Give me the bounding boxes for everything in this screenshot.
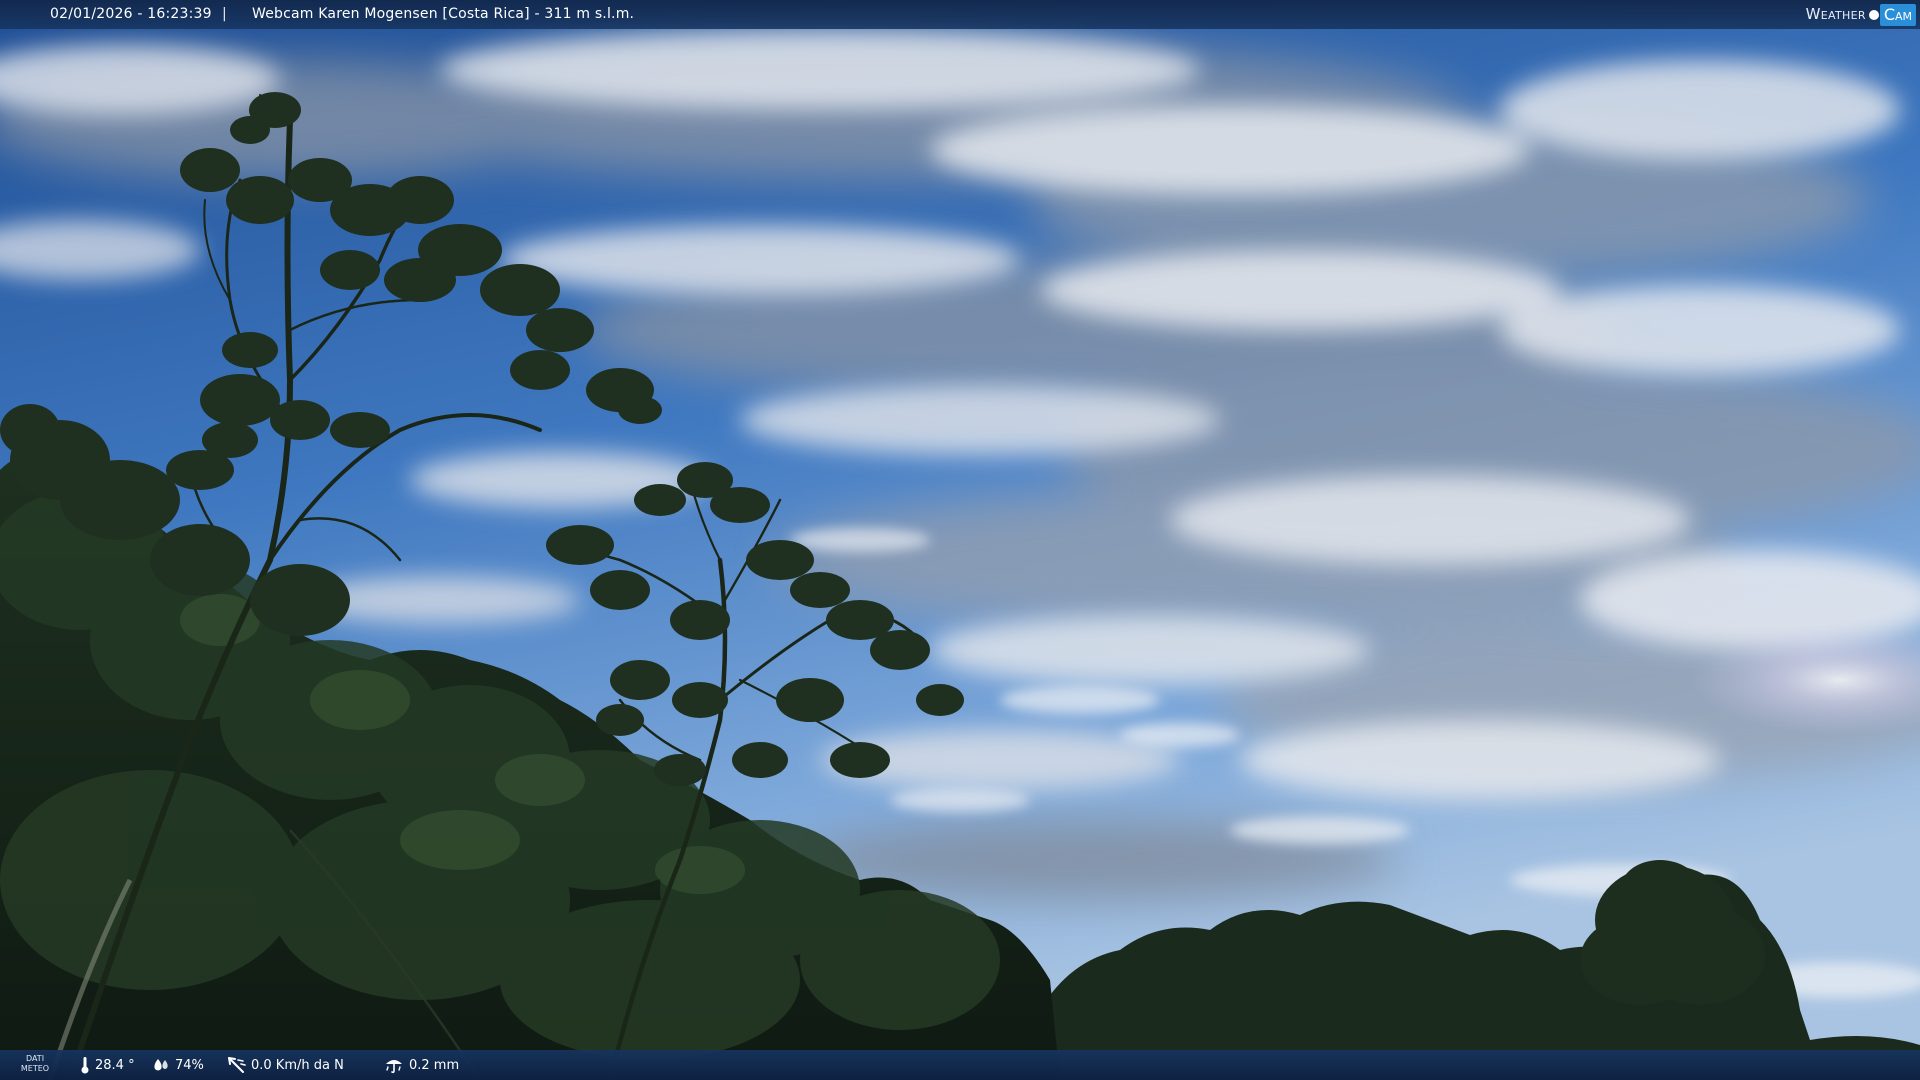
webcam-scene-image (0, 0, 1920, 1080)
rain-gauge-icon (386, 1060, 402, 1074)
weather-data-bar: DATI METEO 28.4 ° 74% 0.0 Km/h da N 0.2 … (0, 1050, 1920, 1080)
temperature-reading: 28.4 ° (80, 1050, 135, 1080)
logo-dot-icon (1868, 9, 1879, 20)
rain-reading: 0.2 mm (384, 1050, 459, 1080)
dati-label: DATI (25, 1054, 45, 1063)
humidity-reading: 74% (152, 1050, 204, 1080)
logo-cam-text: Cam (1879, 3, 1916, 26)
meteo-label: METEO (20, 1064, 50, 1073)
dati-meteo-label: DATI METEO (20, 1054, 50, 1074)
webcam-viewer: 02/01/2026 - 16:23:39 | Webcam Karen Mog… (0, 0, 1920, 1080)
logo-weather-text: Weather (1805, 5, 1866, 23)
header-separator: | (222, 6, 227, 22)
drops-icon (154, 1059, 168, 1071)
rain-value: 0.2 mm (409, 1057, 460, 1073)
top-info-bar: 02/01/2026 - 16:23:39 | Webcam Karen Mog… (0, 0, 1920, 29)
weathercam-logo[interactable]: Weather Cam (1806, 2, 1916, 27)
wind-icon (228, 1057, 246, 1073)
thermometer-icon (81, 1057, 89, 1074)
wind-reading: 0.0 Km/h da N (226, 1050, 344, 1080)
capture-timestamp: 02/01/2026 - 16:23:39 (50, 6, 212, 22)
webcam-title: Webcam Karen Mogensen [Costa Rica] - 311… (252, 6, 635, 22)
temperature-value: 28.4 ° (95, 1057, 135, 1073)
wind-value: 0.0 Km/h da N (251, 1057, 344, 1073)
humidity-value: 74% (175, 1057, 204, 1073)
